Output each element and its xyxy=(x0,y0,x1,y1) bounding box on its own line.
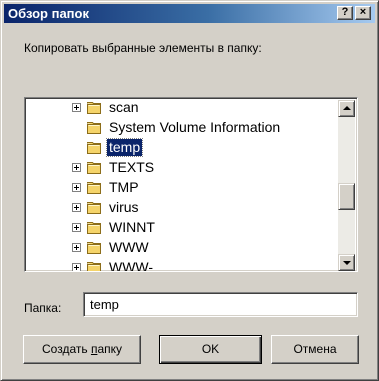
tree-item[interactable]: TEXTS xyxy=(25,158,335,178)
create-folder-suffix: апку xyxy=(97,342,122,356)
folder-tree-list: scan System Volume Information temp TEXTS TM… xyxy=(25,98,335,271)
tree-item-label: WINNT xyxy=(109,219,155,235)
folder-icon xyxy=(87,101,103,114)
scrollbar-thumb[interactable] xyxy=(338,183,355,210)
folder-icon xyxy=(87,121,103,134)
tree-item-label: temp xyxy=(105,138,144,157)
scroll-up-button[interactable] xyxy=(338,100,355,117)
tree-item[interactable]: temp xyxy=(25,138,335,158)
tree-item[interactable]: WWW- xyxy=(25,258,335,271)
arrow-down-icon xyxy=(343,261,351,265)
tree-item-label: scan xyxy=(109,99,139,115)
tree-item-label: WWW xyxy=(109,239,149,255)
folder-icon xyxy=(87,221,103,234)
folder-icon xyxy=(87,181,103,194)
browse-folder-dialog: Обзор папок ? × Копировать выбранные эле… xyxy=(0,0,379,381)
expand-plus-icon[interactable] xyxy=(72,103,81,112)
tree-item-label: WWW- xyxy=(109,259,154,271)
tree-item[interactable]: scan xyxy=(25,98,335,118)
title-bar[interactable]: Обзор папок ? × xyxy=(4,4,375,23)
vertical-scrollbar[interactable] xyxy=(338,100,355,271)
tree-item[interactable]: virus xyxy=(25,198,335,218)
arrow-up-icon xyxy=(343,106,351,110)
tree-item[interactable]: System Volume Information xyxy=(25,118,335,138)
expand-plus-icon[interactable] xyxy=(72,263,81,271)
folder-icon xyxy=(87,201,103,214)
folder-icon xyxy=(87,261,103,271)
scroll-down-button[interactable] xyxy=(338,254,355,271)
folder-icon xyxy=(87,141,103,154)
tree-item-label: virus xyxy=(109,199,139,215)
folder-icon xyxy=(87,241,103,254)
expand-plus-icon[interactable] xyxy=(72,183,81,192)
close-button[interactable]: × xyxy=(355,6,371,20)
tree-item-label: TEXTS xyxy=(109,159,155,175)
tree-item-label: System Volume Information xyxy=(109,119,281,135)
expand-plus-icon[interactable] xyxy=(72,203,81,212)
help-button[interactable]: ? xyxy=(337,6,353,20)
folder-field[interactable]: temp xyxy=(83,292,358,317)
folder-field-label: Папка: xyxy=(24,301,62,315)
cancel-button[interactable]: Отмена xyxy=(271,335,359,364)
create-folder-button[interactable]: Создать папку xyxy=(23,335,141,364)
folder-tree[interactable]: scan System Volume Information temp TEXTS TM… xyxy=(24,97,358,272)
tree-item-label: TMP xyxy=(109,179,139,195)
tree-item[interactable]: WINNT xyxy=(25,218,335,238)
expand-plus-icon[interactable] xyxy=(72,163,81,172)
tree-item[interactable]: WWW xyxy=(25,238,335,258)
expand-plus-icon[interactable] xyxy=(72,243,81,252)
window-title: Обзор папок xyxy=(8,6,89,21)
folder-icon xyxy=(87,161,103,174)
ok-button[interactable]: OK xyxy=(159,335,262,364)
expand-plus-icon[interactable] xyxy=(72,223,81,232)
create-folder-prefix: Создать xyxy=(42,342,91,356)
tree-item[interactable]: TMP xyxy=(25,178,335,198)
instruction-text: Копировать выбранные элементы в папку: xyxy=(24,41,262,55)
